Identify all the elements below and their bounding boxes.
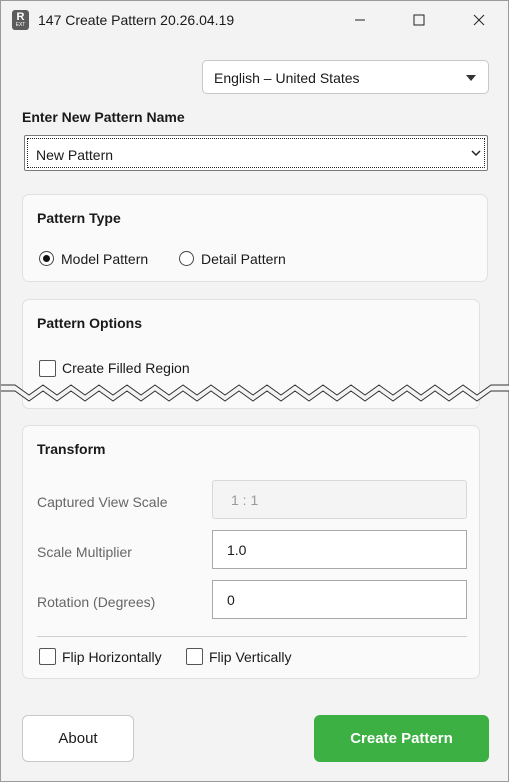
- pattern-type-title: Pattern Type: [37, 210, 121, 226]
- close-icon: [473, 14, 485, 26]
- cut-line-separator: [1, 384, 509, 402]
- flip-vertically-checkbox[interactable]: [186, 648, 203, 665]
- about-button[interactable]: About: [22, 715, 134, 762]
- captured-view-scale-label: Captured View Scale: [37, 494, 168, 510]
- language-selected: English – United States: [214, 70, 360, 86]
- title-bar[interactable]: R EXT 147 Create Pattern 20.26.04.19: [1, 1, 508, 39]
- transform-card: Transform Captured View Scale 1 : 1 Scal…: [22, 425, 480, 679]
- scale-multiplier-label: Scale Multiplier: [37, 544, 132, 560]
- close-button[interactable]: [456, 1, 502, 39]
- pattern-name-combobox[interactable]: New Pattern: [24, 135, 488, 171]
- pattern-options-title: Pattern Options: [37, 315, 143, 331]
- app-icon-letter: R: [16, 11, 25, 23]
- detail-pattern-radio[interactable]: [179, 251, 194, 266]
- rotation-input[interactable]: 0: [212, 580, 467, 619]
- model-pattern-radio[interactable]: [39, 251, 54, 266]
- flip-vertically-label[interactable]: Flip Vertically: [209, 649, 291, 665]
- create-pattern-button[interactable]: Create Pattern: [314, 715, 489, 762]
- dropdown-caret-icon: [466, 75, 476, 81]
- window-title: 147 Create Pattern 20.26.04.19: [38, 12, 235, 28]
- app-icon: R EXT: [12, 10, 29, 30]
- language-dropdown[interactable]: English – United States: [202, 60, 489, 94]
- flip-horizontally-label[interactable]: Flip Horizontally: [62, 649, 162, 665]
- minimize-icon: [355, 19, 365, 21]
- maximize-icon: [413, 14, 425, 26]
- pattern-name-value: New Pattern: [36, 147, 114, 163]
- captured-view-scale-field: 1 : 1: [212, 480, 467, 519]
- pattern-name-label: Enter New Pattern Name: [22, 109, 185, 125]
- chevron-down-icon: [471, 150, 481, 157]
- minimize-button[interactable]: [337, 1, 383, 39]
- app-window: R EXT 147 Create Pattern 20.26.04.19 Eng…: [0, 0, 509, 782]
- app-icon-subtext: EXT: [15, 22, 26, 28]
- captured-view-scale-value: 1 : 1: [231, 492, 259, 508]
- maximize-button[interactable]: [396, 1, 442, 39]
- pattern-type-card: Pattern Type Model Pattern Detail Patter…: [22, 194, 488, 282]
- model-pattern-label[interactable]: Model Pattern: [61, 251, 148, 267]
- scale-multiplier-input[interactable]: 1.0: [212, 530, 467, 569]
- create-filled-region-checkbox[interactable]: [39, 360, 56, 377]
- rotation-label: Rotation (Degrees): [37, 594, 156, 610]
- transform-title: Transform: [37, 441, 106, 457]
- rotation-value: 0: [227, 592, 235, 608]
- detail-pattern-label[interactable]: Detail Pattern: [201, 251, 286, 267]
- divider: [37, 636, 467, 637]
- scale-multiplier-value: 1.0: [227, 542, 247, 558]
- create-filled-region-label[interactable]: Create Filled Region: [62, 360, 190, 376]
- flip-horizontally-checkbox[interactable]: [39, 648, 56, 665]
